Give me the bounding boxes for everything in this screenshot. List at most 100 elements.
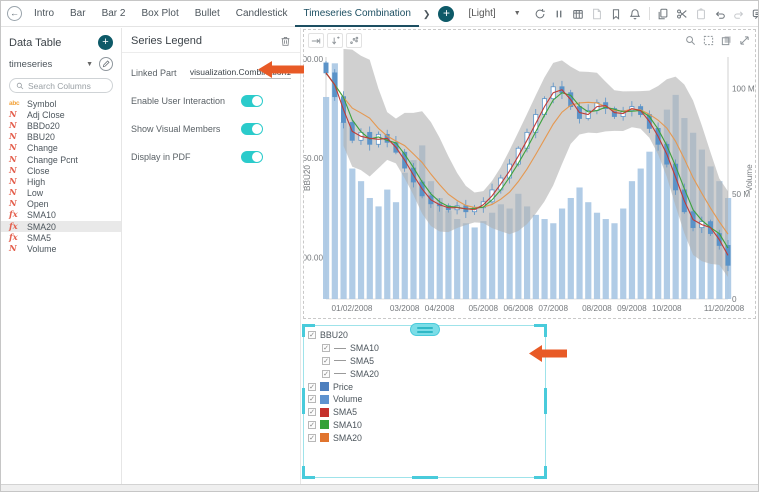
column-item-adj-close[interactable]: NAdj Close <box>1 109 121 120</box>
legend-item-price[interactable]: ✓Price <box>304 380 545 393</box>
export-pdf-icon[interactable] <box>588 6 607 22</box>
delete-trash-icon[interactable] <box>280 35 291 47</box>
series-legend-part[interactable]: ✓BBU20✓SMA10✓SMA5✓SMA20✓Price✓Volume✓SMA… <box>303 325 546 478</box>
add-data-table-button[interactable]: + <box>98 35 113 50</box>
pan-horizontal-button[interactable] <box>308 33 324 48</box>
combination-chart-part[interactable]: 200.00150.00100.00BBU20100 M50 M0Volume0… <box>303 29 756 319</box>
legend-label: SMA10 <box>350 343 379 353</box>
toggle-display-in-pdf[interactable] <box>241 151 263 163</box>
column-item-bbdo20[interactable]: NBBDo20 <box>1 120 121 131</box>
chevron-down-icon: ▼ <box>514 10 521 17</box>
tab-bar[interactable]: Bar <box>62 1 94 27</box>
theme-select-value: [Light] <box>468 8 495 19</box>
drag-handle[interactable] <box>410 323 440 336</box>
add-dashboard-button[interactable]: + <box>438 6 454 22</box>
tab-intro[interactable]: Intro <box>26 1 62 27</box>
column-item-open[interactable]: NOpen <box>1 199 121 210</box>
copy-icon[interactable] <box>654 6 673 22</box>
legend-item-sma10[interactable]: ✓SMA10 <box>304 419 545 432</box>
tab-timeseries-combination[interactable]: Timeseries Combination <box>295 1 418 27</box>
notifications-bell-icon[interactable] <box>626 6 645 22</box>
column-item-volume[interactable]: NVolume <box>1 243 121 254</box>
checkbox-checked[interactable]: ✓ <box>308 408 316 416</box>
column-label: SMA20 <box>27 222 56 232</box>
column-item-close[interactable]: NClose <box>1 165 121 176</box>
legend-item-sma5[interactable]: ✓ SMA5 <box>304 355 545 368</box>
num-type-icon: N <box>9 155 23 165</box>
redo-icon[interactable] <box>730 6 749 22</box>
legend-item-sma20[interactable]: ✓ SMA20 <box>304 367 545 380</box>
selection-corner-handle[interactable] <box>534 324 547 337</box>
window-footer <box>1 484 758 491</box>
legend-item-sma10[interactable]: ✓ SMA10 <box>304 342 545 355</box>
legend-label: SMA20 <box>350 369 379 379</box>
refresh-icon[interactable] <box>531 6 550 22</box>
color-swatch-icon <box>320 382 329 391</box>
scatter-points-button[interactable] <box>346 33 362 48</box>
annotation-arrow-linked-part <box>258 61 304 78</box>
undo-icon[interactable] <box>711 6 730 22</box>
column-label: Volume <box>27 244 56 254</box>
tabs-overflow-chevron-icon[interactable]: ❯ <box>419 1 435 27</box>
search-columns-input[interactable]: Search Columns <box>9 78 113 93</box>
timeseries-combination-chart[interactable]: 200.00150.00100.00BBU20100 M50 M0Volume0… <box>304 49 755 317</box>
legend-item-sma20[interactable]: ✓SMA20 <box>304 431 545 444</box>
app-window: ← IntroBarBar 2Box PlotBulletCandlestick… <box>0 0 759 492</box>
tab-bar-2[interactable]: Bar 2 <box>94 1 134 27</box>
selection-edge-handle[interactable] <box>302 388 305 414</box>
bookmark-icon[interactable] <box>607 6 626 22</box>
selection-edge-handle[interactable] <box>412 476 438 479</box>
cut-scissors-icon[interactable] <box>673 6 692 22</box>
checkbox-checked[interactable]: ✓ <box>308 383 316 391</box>
comments-icon[interactable] <box>749 6 759 22</box>
property-row: Display in PDF <box>122 151 300 163</box>
pause-icon[interactable] <box>550 6 569 22</box>
toggle-show-visual-members[interactable] <box>241 123 263 135</box>
checkbox-checked[interactable]: ✓ <box>322 344 330 352</box>
column-item-sma5[interactable]: fxSMA5 <box>1 232 121 243</box>
dashboard-tabs: IntroBarBar 2Box PlotBulletCandlestickTi… <box>26 1 419 27</box>
column-item-high[interactable]: NHigh <box>1 176 121 187</box>
edit-table-button[interactable] <box>99 57 113 71</box>
selection-edge-handle[interactable] <box>544 388 547 414</box>
data-table-title: Data Table <box>9 37 61 49</box>
tab-candlestick[interactable]: Candlestick <box>228 1 296 27</box>
column-item-symbol[interactable]: abcSymbol <box>1 98 121 109</box>
column-item-bbu20[interactable]: NBBU20 <box>1 132 121 143</box>
column-item-change[interactable]: NChange <box>1 143 121 154</box>
svg-text:0: 0 <box>732 295 737 304</box>
num-type-icon: N <box>9 143 23 153</box>
column-label: Adj Close <box>27 110 65 120</box>
legend-item-sma5[interactable]: ✓SMA5 <box>304 406 545 419</box>
legend-item-volume[interactable]: ✓ Volume <box>304 393 545 406</box>
toggle-enable-user-interaction[interactable] <box>241 95 263 107</box>
selection-corner-handle[interactable] <box>302 324 315 337</box>
svg-text:100 M: 100 M <box>732 85 755 94</box>
selection-corner-handle[interactable] <box>302 466 315 479</box>
column-item-sma10[interactable]: fxSMA10 <box>1 210 121 221</box>
theme-select[interactable]: [Light] ▼ <box>468 8 520 19</box>
series-legend-properties-panel: Series Legend Linked Part visualization.… <box>122 28 301 484</box>
legend-label: SMA5 <box>350 356 374 366</box>
column-item-change-pcnt[interactable]: NChange Pcnt <box>1 154 121 165</box>
checkbox-checked[interactable]: ✓ <box>308 421 316 429</box>
checkbox-checked[interactable]: ✓ <box>308 395 316 403</box>
checkbox-checked[interactable]: ✓ <box>322 357 330 365</box>
tab-bullet[interactable]: Bullet <box>187 1 228 27</box>
legend-label: Volume <box>333 394 362 404</box>
checkbox-checked[interactable]: ✓ <box>308 434 316 442</box>
back-button[interactable]: ← <box>7 6 22 21</box>
checkbox-checked[interactable]: ✓ <box>322 370 330 378</box>
tab-box-plot[interactable]: Box Plot <box>133 1 186 27</box>
zoom-y-axis-button[interactable] <box>327 33 343 48</box>
selection-corner-handle[interactable] <box>534 466 547 479</box>
column-item-low[interactable]: NLow <box>1 188 121 199</box>
num-type-icon: N <box>9 199 23 209</box>
table-select[interactable]: timeseries <box>9 59 86 70</box>
paste-icon[interactable] <box>692 6 711 22</box>
column-item-sma20[interactable]: fxSMA20 <box>1 221 121 232</box>
parameters-grid-icon[interactable] <box>569 6 588 22</box>
data-table-panel: Data Table + timeseries ▼ Search Columns… <box>1 28 122 484</box>
svg-text:09/2008: 09/2008 <box>617 304 647 313</box>
color-swatch-icon <box>320 408 329 417</box>
